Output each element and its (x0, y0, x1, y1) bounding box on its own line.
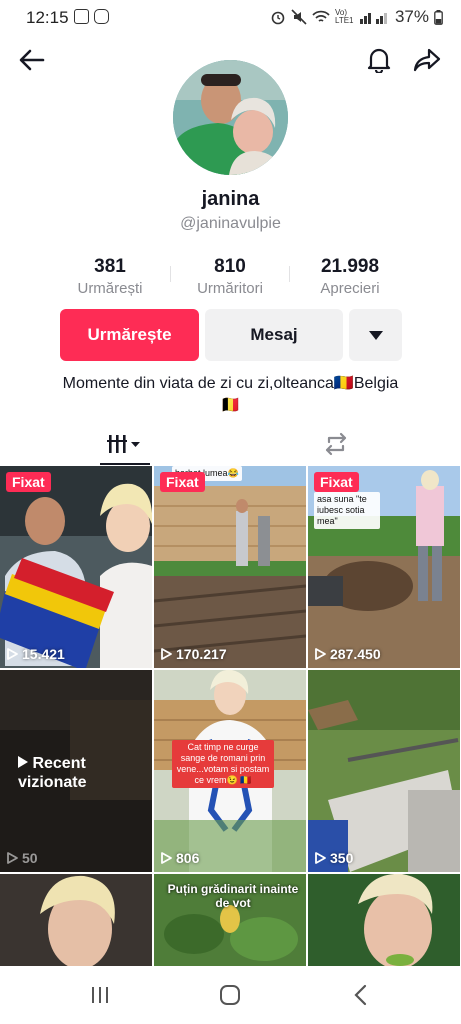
video-caption: Puțin grădinarit inainte de vot (167, 882, 299, 910)
video-thumbnail (0, 466, 152, 668)
view-count: 15.421 (6, 646, 65, 662)
home-icon (220, 985, 240, 1005)
signal-icon (359, 13, 387, 24)
share-arrow-icon (413, 48, 441, 72)
battery-icon (434, 9, 443, 25)
recent-apps-button[interactable] (80, 980, 120, 1010)
caret-down-icon (368, 330, 383, 340)
avatar[interactable] (173, 60, 288, 175)
video-thumbnail (308, 874, 460, 966)
back-button[interactable] (12, 40, 52, 80)
following-label: Urmărești (77, 280, 143, 297)
videos-grid-icon (107, 435, 140, 453)
tab-videos[interactable] (100, 422, 150, 466)
recently-viewed-label: Recent vizionate (18, 754, 152, 792)
view-count: 287.450 (314, 646, 381, 662)
view-count: 350 (314, 850, 353, 866)
system-back-button[interactable] (340, 980, 380, 1010)
mute-icon (291, 9, 307, 25)
notifications-button[interactable] (359, 40, 399, 80)
video-tile[interactable] (0, 874, 152, 966)
recent-apps-icon (92, 987, 108, 1003)
tab-reposts[interactable] (311, 422, 361, 466)
play-icon (7, 852, 18, 864)
bell-icon (367, 48, 391, 73)
profile-handle: @janinavulpie (180, 215, 281, 232)
video-tile[interactable]: asa suna "te iubesc sotia mea" Fixat 287… (308, 466, 460, 668)
following-count: 381 (94, 256, 126, 277)
back-arrow-icon (19, 49, 45, 71)
notification-icons (74, 9, 109, 24)
message-button[interactable]: Mesaj (205, 309, 343, 361)
video-grid: Fixat 15.421 barbat lumea😂 Fixat 170.217 (0, 466, 461, 966)
follow-button[interactable]: Urmărește (60, 309, 199, 361)
alarm-icon (271, 11, 285, 25)
video-thumbnail (154, 466, 306, 668)
pinned-badge: Fixat (160, 472, 205, 492)
stat-followers[interactable]: 810 Urmăritori (170, 256, 290, 297)
status-time: 12:15 (26, 8, 69, 27)
video-tile[interactable]: Recent vizionate 50 (0, 670, 152, 872)
video-caption: Cat timp ne curge sange de romani prin v… (172, 740, 274, 788)
chevron-left-icon (354, 984, 367, 1006)
video-tile[interactable]: barbat lumea😂 Fixat 170.217 (154, 466, 306, 668)
avatar-photo (173, 60, 288, 175)
share-button[interactable] (407, 40, 447, 80)
battery-percent: 37% (394, 7, 429, 26)
video-tile[interactable]: Cat timp ne curge sange de romani prin v… (154, 670, 306, 872)
pinned-badge: Fixat (6, 472, 51, 492)
stat-likes[interactable]: 21.998 Aprecieri (290, 256, 410, 297)
network-label: Vo) LTE1 (334, 8, 354, 25)
video-tile[interactable]: Puțin grădinarit inainte de vot (154, 874, 306, 966)
instagram-notification-icon (94, 9, 109, 24)
play-icon (315, 648, 326, 660)
status-right: Vo) LTE1 37% (270, 7, 443, 27)
view-count-value: 287.450 (330, 646, 381, 662)
view-count: 806 (160, 850, 199, 866)
view-count: 170.217 (160, 646, 227, 662)
wifi-icon (312, 10, 330, 22)
view-count-value: 170.217 (176, 646, 227, 662)
active-tab-indicator (100, 463, 150, 465)
video-thumbnail (308, 670, 460, 872)
video-tile[interactable]: Fixat 15.421 (0, 466, 152, 668)
view-count: 50 (6, 850, 38, 866)
suggestions-dropdown-button[interactable] (349, 309, 402, 361)
recent-text: Recent vizionate (18, 755, 87, 791)
stat-following[interactable]: 381 Urmărești (50, 256, 170, 297)
bio-line: 🇧🇪 (220, 397, 241, 414)
play-icon (315, 852, 326, 864)
video-tile[interactable] (308, 874, 460, 966)
profile-name: janina (201, 188, 260, 210)
content-tabs (0, 422, 461, 466)
home-button[interactable] (210, 980, 250, 1010)
video-tile[interactable]: 350 (308, 670, 460, 872)
pinned-badge: Fixat (314, 472, 359, 492)
followers-count: 810 (214, 256, 246, 277)
repost-icon (325, 432, 347, 456)
play-icon (161, 648, 172, 660)
view-count-value: 15.421 (22, 646, 65, 662)
video-thumbnail (0, 874, 152, 966)
status-bar: 12:15 Vo) LTE1 37% (0, 0, 461, 34)
likes-label: Aprecieri (320, 280, 380, 297)
view-count-value: 350 (330, 850, 354, 866)
profile-bio: Momente din viata de zi cu zi,olteanca🇷🇴… (40, 373, 421, 417)
likes-count: 21.998 (320, 256, 380, 277)
bio-line: Momente din viata de zi cu zi,olteanca🇷🇴… (62, 375, 399, 392)
profile-stats: 381 Urmărești 810 Urmăritori 21.998 Apre… (50, 256, 410, 297)
play-icon (161, 852, 172, 864)
play-icon (7, 648, 18, 660)
view-count-value: 50 (22, 850, 38, 866)
play-triangle-icon (18, 756, 28, 768)
view-count-value: 806 (176, 850, 200, 866)
stat-divider (170, 266, 171, 282)
video-caption: asa suna "te iubesc sotia mea" (314, 492, 380, 529)
system-nav-bar (0, 966, 461, 1024)
followers-label: Urmăritori (197, 280, 263, 297)
gallery-notification-icon (74, 9, 89, 24)
